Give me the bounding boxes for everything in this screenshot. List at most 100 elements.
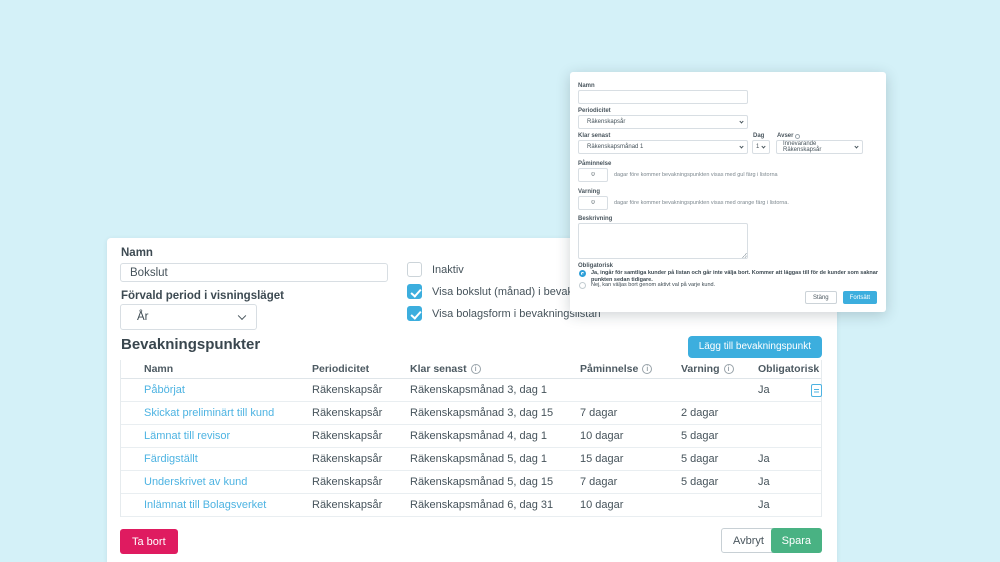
default-period-select[interactable]: År — [120, 304, 257, 330]
radio-unselected-icon[interactable] — [579, 282, 586, 289]
dialog-warning-input[interactable] — [578, 196, 608, 210]
inactive-checkbox[interactable] — [407, 262, 422, 277]
row-due: Räkenskapsmånad 3, dag 1 — [410, 384, 580, 396]
watchpoint-dialog: Namn Periodicitet Räkenskapsår Klar sena… — [570, 72, 886, 312]
default-period-label: Förvald period i visningsläget — [121, 290, 284, 302]
table-row: Underskrivet av kund Räkenskapsår Räkens… — [121, 471, 821, 494]
row-warning: 2 dagar — [681, 407, 758, 419]
dialog-periodicity-value: Räkenskapsår — [587, 119, 625, 125]
dialog-due-select[interactable]: Räkenskapsmånad 1 — [578, 140, 748, 154]
dialog-due-label: Klar senast — [578, 133, 610, 139]
row-name-link[interactable]: Skickat preliminärt till kund — [144, 407, 274, 419]
row-name-link[interactable]: Lämnat till revisor — [144, 430, 230, 442]
chevron-down-icon — [761, 144, 765, 148]
cancel-button[interactable]: Avbryt — [721, 528, 776, 553]
watchpoints-table-header: Namn Periodicitet Klar senast Påminnelse… — [121, 360, 821, 379]
mandatory-no-option[interactable]: Nej, kan väljas bort genom aktivt val på… — [579, 282, 878, 289]
watchpoint-table-body: Påbörjat Räkenskapsår Räkenskapsmånad 3,… — [121, 379, 821, 517]
dialog-refers-value: Innevarande Räkenskapsår — [783, 141, 856, 153]
mandatory-no-label: Nej, kan väljas bort genom aktivt val på… — [591, 282, 715, 289]
radio-selected-icon[interactable] — [579, 270, 586, 277]
reminder-info-icon[interactable] — [642, 364, 652, 374]
row-mandatory: Ja — [758, 499, 811, 511]
table-row: Skickat preliminärt till kund Räkenskaps… — [121, 402, 821, 425]
row-reminder: 7 dagar — [580, 407, 681, 419]
dialog-name-input[interactable] — [578, 90, 748, 104]
dialog-refers-label-text: Avser — [777, 133, 793, 139]
row-warning: 5 dagar — [681, 476, 758, 488]
col-header-warning: Varning — [681, 363, 720, 375]
row-due: Räkenskapsmånad 3, dag 15 — [410, 407, 580, 419]
dialog-footer: Stäng Fortsätt — [805, 291, 877, 304]
inactive-checkbox-label: Inaktiv — [432, 264, 464, 276]
note-icon[interactable] — [811, 384, 822, 397]
row-reminder: 10 dagar — [580, 430, 681, 442]
row-due: Räkenskapsmånad 5, dag 15 — [410, 476, 580, 488]
dialog-refers-label: Avser — [777, 133, 800, 139]
dialog-warning-label: Varning — [578, 189, 600, 195]
show-bokslut-checkbox[interactable] — [407, 284, 422, 299]
row-periodicity: Räkenskapsår — [312, 499, 410, 511]
refers-info-icon[interactable] — [795, 134, 800, 139]
dialog-due-value: Räkenskapsmånad 1 — [587, 144, 643, 150]
row-warning: 5 dagar — [681, 430, 758, 442]
row-periodicity: Räkenskapsår — [312, 407, 410, 419]
row-periodicity: Räkenskapsår — [312, 453, 410, 465]
dialog-warning-hint: dagar före kommer bevakningspunkten visa… — [614, 200, 789, 206]
dialog-reminder-hint: dagar före kommer bevakningspunkten visa… — [614, 172, 778, 178]
default-period-value: År — [137, 311, 149, 323]
row-periodicity: Räkenskapsår — [312, 476, 410, 488]
row-due: Räkenskapsmånad 6, dag 31 — [410, 499, 580, 511]
name-label: Namn — [121, 247, 153, 259]
col-header-periodicity: Periodicitet — [312, 363, 369, 375]
watchpoints-section-title: Bevakningspunkter — [121, 336, 260, 353]
table-row: Påbörjat Räkenskapsår Räkenskapsmånad 3,… — [121, 379, 821, 402]
row-mandatory: Ja — [758, 476, 811, 488]
dialog-day-label: Dag — [753, 133, 764, 139]
chevron-down-icon — [739, 144, 743, 148]
add-watchpoint-button[interactable]: Lägg till bevakningspunkt — [688, 336, 822, 358]
row-reminder: 15 dagar — [580, 453, 681, 465]
row-warning: 5 dagar — [681, 453, 758, 465]
name-input[interactable] — [120, 263, 388, 282]
dialog-day-value: 1 — [756, 144, 759, 150]
chevron-down-icon — [238, 312, 246, 320]
chevron-down-icon — [854, 144, 858, 148]
save-button[interactable]: Spara — [771, 528, 822, 553]
col-header-due: Klar senast — [410, 363, 467, 375]
watchpoints-table: Namn Periodicitet Klar senast Påminnelse… — [120, 360, 822, 517]
row-reminder: 10 dagar — [580, 499, 681, 511]
table-row: Lämnat till revisor Räkenskapsår Räkensk… — [121, 425, 821, 448]
checkbox-row-inactive[interactable]: Inaktiv — [407, 262, 464, 277]
row-reminder: 7 dagar — [580, 476, 681, 488]
dialog-reminder-label: Påminnelse — [578, 161, 611, 167]
chevron-down-icon — [739, 119, 743, 123]
dialog-continue-button[interactable]: Fortsätt — [843, 291, 877, 304]
delete-button[interactable]: Ta bort — [120, 529, 178, 554]
row-name-link[interactable]: Färdigställt — [144, 453, 198, 465]
dialog-reminder-input[interactable] — [578, 168, 608, 182]
textarea-resize-grip[interactable] — [742, 253, 747, 258]
dialog-mandatory-label: Obligatorisk — [578, 263, 613, 269]
dialog-name-label: Namn — [578, 83, 595, 89]
dialog-periodicity-label: Periodicitet — [578, 108, 611, 114]
row-name-link[interactable]: Påbörjat — [144, 384, 185, 396]
dialog-close-button[interactable]: Stäng — [805, 291, 837, 304]
dialog-day-select[interactable]: 1 — [752, 140, 770, 154]
dialog-description-textarea[interactable] — [578, 223, 748, 259]
row-mandatory: Ja — [758, 453, 811, 465]
due-info-icon[interactable] — [471, 364, 481, 374]
dialog-periodicity-select[interactable]: Räkenskapsår — [578, 115, 748, 129]
show-bolagsform-checkbox[interactable] — [407, 306, 422, 321]
dialog-refers-select[interactable]: Innevarande Räkenskapsår — [776, 140, 863, 154]
col-header-reminder: Påminnelse — [580, 363, 638, 375]
table-row: Färdigställt Räkenskapsår Räkenskapsmåna… — [121, 448, 821, 471]
row-name-link[interactable]: Inlämnat till Bolagsverket — [144, 499, 266, 511]
warning-info-icon[interactable] — [724, 364, 734, 374]
table-row: Inlämnat till Bolagsverket Räkenskapsår … — [121, 494, 821, 517]
row-periodicity: Räkenskapsår — [312, 430, 410, 442]
col-header-name: Namn — [144, 363, 173, 375]
row-periodicity: Räkenskapsår — [312, 384, 410, 396]
row-name-link[interactable]: Underskrivet av kund — [144, 476, 247, 488]
col-header-mandatory: Obligatorisk — [758, 363, 819, 375]
